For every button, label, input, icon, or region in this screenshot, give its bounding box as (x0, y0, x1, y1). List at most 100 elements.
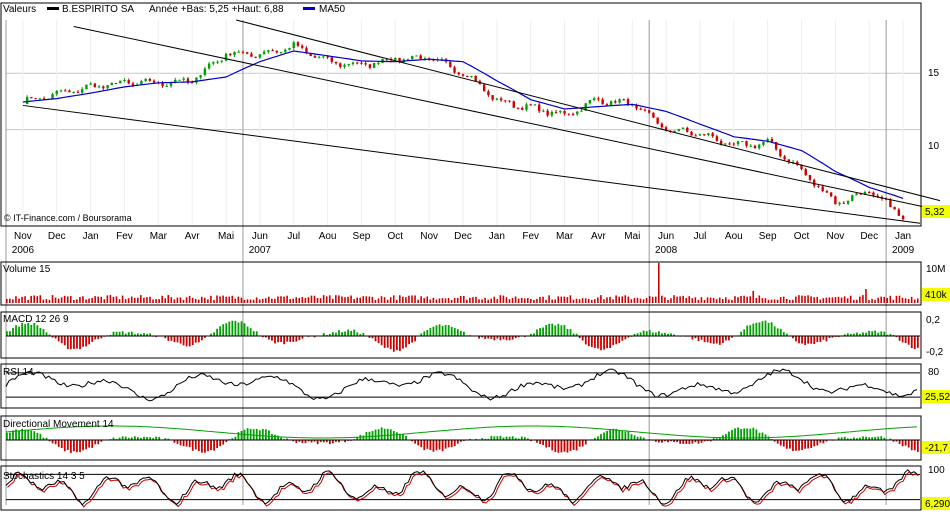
dm-bar (262, 429, 264, 440)
dm-bar (457, 440, 459, 444)
volume-bar (128, 298, 130, 303)
security-name: B.ESPIRITO SA (62, 4, 134, 15)
dm-bar (917, 440, 919, 452)
dm-bar (490, 436, 492, 440)
candle-body (813, 180, 815, 186)
volume-bar (804, 296, 806, 303)
candle-body (559, 111, 561, 112)
macd-bar (171, 336, 173, 341)
month-tick-label: Aou (319, 231, 337, 242)
candle-body (754, 146, 756, 148)
volume-panel-label: Volume 15 (3, 264, 51, 275)
volume-bar (36, 296, 38, 303)
volume-bar (624, 295, 626, 303)
volume-bar (874, 300, 876, 303)
volume-bar (731, 300, 733, 303)
candle-body (229, 54, 231, 55)
volume-bar (338, 295, 340, 303)
volume-bar (375, 300, 377, 303)
dm-bar (560, 440, 562, 452)
macd-bar (600, 336, 602, 350)
volume-bar (734, 296, 736, 303)
candle-body (221, 61, 223, 62)
macd-bar (408, 336, 410, 344)
volume-bar (46, 299, 48, 303)
volume-bar (381, 296, 383, 303)
candle-body (89, 83, 91, 84)
dm-bar (551, 440, 553, 450)
macd-bar (451, 327, 453, 336)
macd-bar (755, 323, 757, 336)
volume-bar (134, 298, 136, 303)
dm-bar (73, 440, 75, 451)
dm-bar (33, 431, 35, 440)
month-tick-label: Nov (420, 231, 438, 242)
volume-bar (886, 298, 888, 303)
volume-bar (497, 299, 499, 303)
volume-bar (899, 296, 901, 303)
volume-bar (402, 297, 404, 303)
candle-body (525, 104, 527, 109)
volume-bar (67, 296, 69, 303)
dm-bar (880, 436, 882, 440)
macd-bar (902, 336, 904, 342)
rsi-last-value: 25,52 (925, 392, 950, 403)
volume-bar (780, 297, 782, 303)
dm-bar (621, 431, 623, 440)
candle-body (297, 42, 299, 45)
macd-bar (509, 336, 511, 340)
dm-bar (500, 436, 502, 440)
volume-bar (807, 295, 809, 303)
candle-body (834, 196, 836, 204)
dm-bar (9, 433, 11, 440)
dm-bar (372, 431, 374, 440)
macd-bar (506, 336, 508, 340)
candle-body (597, 98, 599, 99)
macd-bar (728, 336, 730, 340)
month-tick-label: Mai (624, 231, 640, 242)
candle-body (246, 52, 248, 53)
volume-bar (88, 299, 90, 303)
candle-body (377, 63, 379, 64)
volume-bar (174, 299, 176, 303)
volume-bar (862, 295, 864, 303)
dm-bar (606, 431, 608, 440)
dm-bar (600, 434, 602, 440)
volume-bar (826, 298, 828, 303)
candle-body (94, 83, 96, 87)
volume-bar (911, 297, 913, 303)
volume-bar (70, 296, 72, 303)
candle-body (178, 80, 180, 81)
volume-bar (728, 299, 730, 303)
dm-bar (271, 434, 273, 440)
volume-bar (475, 297, 477, 303)
macd-bar (701, 336, 703, 340)
candle-body (254, 57, 256, 58)
volume-bar (436, 300, 438, 303)
volume-bar (518, 299, 520, 303)
dm-bar (685, 440, 687, 444)
year-tick-label: 2009 (892, 245, 915, 256)
candle-body (652, 113, 654, 118)
rsi-panel-label: RSI 14 (3, 367, 34, 378)
dm-bar (698, 440, 700, 444)
volume-bar (429, 300, 431, 303)
volume-bar (801, 296, 803, 303)
volume-bar (442, 298, 444, 303)
volume-bar (298, 298, 300, 303)
volume-bar (189, 296, 191, 303)
dm-bar (454, 440, 456, 446)
volume-bar (295, 297, 297, 303)
candle-body (153, 81, 155, 83)
macd-bar (338, 330, 340, 336)
volume-bar (902, 298, 904, 303)
volume-bar (560, 297, 562, 303)
dm-bar (539, 440, 541, 444)
candle-body (293, 42, 295, 48)
volume-bar (798, 295, 800, 303)
volume-bar (615, 295, 617, 303)
volume-bar (231, 296, 233, 303)
macd-bar (862, 332, 864, 336)
macd-bar (393, 336, 395, 352)
volume-bar (484, 298, 486, 303)
